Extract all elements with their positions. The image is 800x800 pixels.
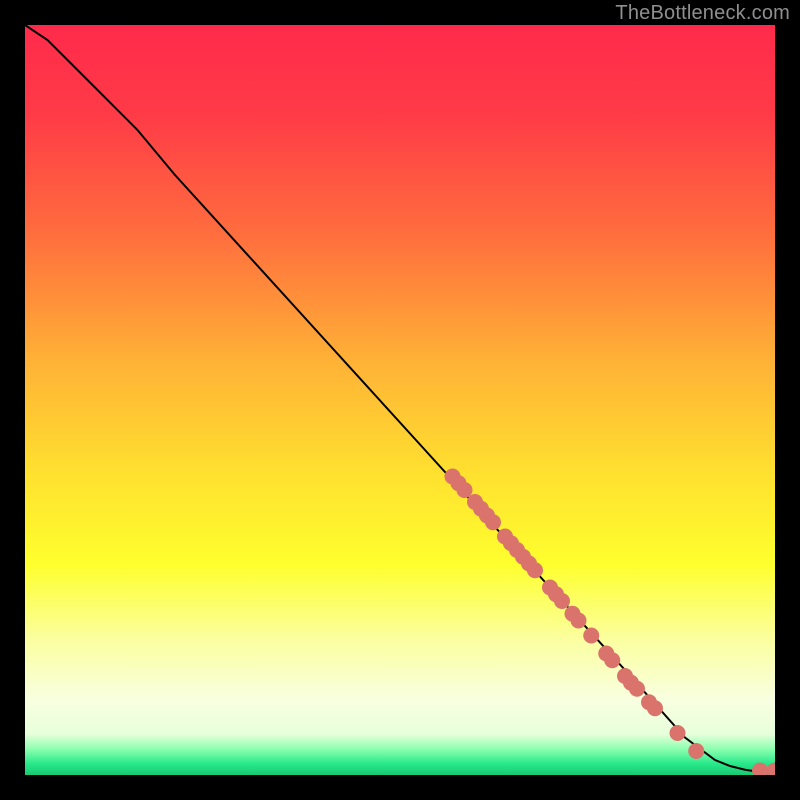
data-marker <box>527 562 543 578</box>
data-marker <box>457 482 473 498</box>
chart-background <box>25 25 775 775</box>
data-marker <box>485 514 501 530</box>
data-marker <box>554 593 570 609</box>
chart-stage: TheBottleneck.com <box>0 0 800 800</box>
data-marker <box>629 681 645 697</box>
data-marker <box>688 743 704 759</box>
data-marker <box>647 700 663 716</box>
data-marker <box>571 613 587 629</box>
plot-area <box>25 25 775 775</box>
chart-svg <box>25 25 775 775</box>
data-marker <box>670 725 686 741</box>
attribution-text: TheBottleneck.com <box>615 2 790 25</box>
data-marker <box>583 628 599 644</box>
data-marker <box>604 652 620 668</box>
